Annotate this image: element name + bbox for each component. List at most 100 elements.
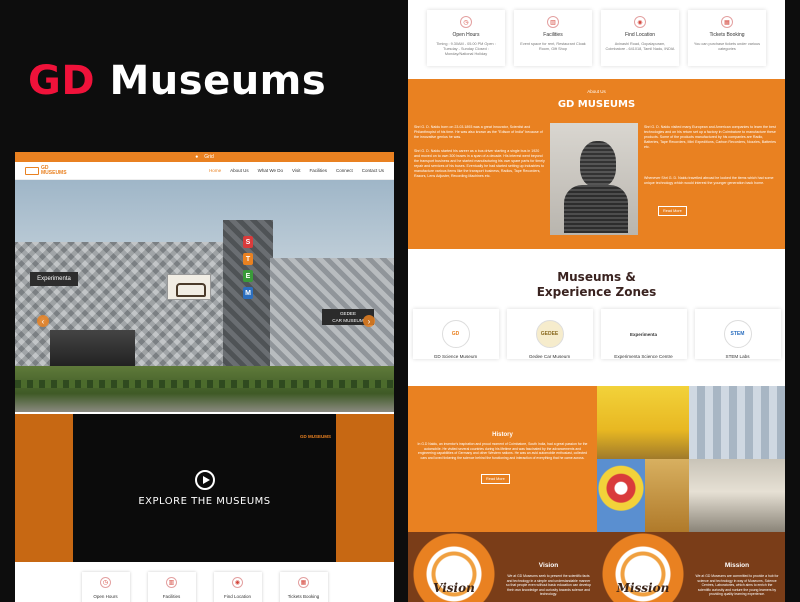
bottom-card-facilities[interactable]: ▥ Facilities [147, 572, 196, 602]
brand-title: GD Museums [28, 58, 326, 104]
site-logo[interactable]: GD MUSEUMS [25, 165, 67, 176]
info-card-text: You can purchase tickets under various c… [693, 42, 761, 51]
explore-heading: EXPLORE THE MUSEUMS [138, 496, 271, 507]
bottom-card-location[interactable]: ◉ Find Location [213, 572, 262, 602]
about-section: About Us GD MUSEUMS Shri G. D. Naidu bor… [408, 79, 785, 249]
sculpture-body [564, 185, 628, 233]
zone-labels: GD Science Museum Gedee Car Museum Exper… [408, 354, 785, 359]
bottom-info-cards: ◷ Open Hours ▥ Facilities ◉ Find Location ▦… [15, 562, 394, 602]
hero-slider: Experimenta S T E M GEDEE CAR MUSEUM ‹ › [15, 180, 394, 412]
mission-image: Mission [597, 532, 689, 602]
history-read-more-button[interactable]: Read More [481, 474, 510, 484]
stem-letter-s: S [243, 236, 253, 248]
nav-visit[interactable]: Visit [292, 168, 300, 173]
history-section: History In G.D Naidu, an inventor's insp… [408, 386, 597, 532]
history-text: In G.D Naidu, an inventor's inspiration … [417, 442, 588, 460]
gallery-photo-display-cases [689, 386, 785, 459]
gedee-car-logo: GEDEE [535, 320, 564, 348]
main-navigation: GD MUSEUMS Home About Us What We Do Visi… [15, 162, 394, 180]
zones-heading-line-2: Experience Zones [536, 285, 657, 299]
bottom-card-label: Find Location [223, 594, 252, 599]
front-lawn [15, 366, 394, 412]
clock-icon: ◷ [100, 577, 111, 588]
info-card-open-hours[interactable]: ◷ Open Hours Timing : 9.30AM - 05.00 PM … [427, 10, 505, 66]
zones-section: Museums & Experience Zones GD GEDEE Expe… [408, 250, 785, 386]
nav-about-us[interactable]: About Us [230, 168, 249, 173]
building-icon: ▥ [166, 577, 177, 588]
zone-card-gd-science[interactable]: GD [412, 309, 499, 359]
bottom-card-label: Tickets Booking [287, 594, 320, 599]
mission-panel: Mission We at GD Museums are committed t… [689, 532, 785, 602]
nav-what-we-do[interactable]: What We Do [258, 168, 283, 173]
zone-label[interactable]: Gedee Car Museum [507, 354, 593, 359]
zones-heading-line-1: Museums & [557, 270, 636, 284]
about-paragraph-2: Shri G. D. Naidu started his career as a… [414, 149, 545, 178]
mission-text: We at GD Museums are committed to provid… [695, 574, 779, 597]
building-icon: ▥ [547, 16, 559, 28]
sculpture-head [580, 141, 616, 187]
nav-contact-us[interactable]: Contact Us [362, 168, 384, 173]
zone-label[interactable]: STEM Labs [695, 354, 781, 359]
slider-next-icon[interactable]: › [363, 315, 375, 327]
zones-heading: Museums & Experience Zones [408, 270, 785, 300]
history-heading: History [492, 432, 513, 438]
info-card-tickets[interactable]: ▦ Tickets Booking You can purchase ticke… [688, 10, 766, 66]
video-logo: GD MUSEUMS [300, 434, 332, 439]
zone-cards: GD GEDEE Experimenta STEM [408, 309, 785, 359]
stem-letter-m: M [243, 287, 253, 299]
about-paragraph-3: Shri G. D. Naidu visited many European a… [644, 125, 776, 149]
about-kicker: About Us [587, 89, 606, 94]
zone-card-gedee-car[interactable]: GEDEE [506, 309, 593, 359]
about-read-more-button[interactable]: Read More [658, 206, 687, 216]
zone-card-stem[interactable]: STEM [694, 309, 781, 359]
gd-science-logo: GD [441, 320, 470, 348]
gallery-photo-visitors [645, 459, 689, 532]
info-card-title: Tickets Booking [709, 32, 745, 38]
bottom-card-label: Open Hours [93, 594, 118, 599]
about-heading: GD MUSEUMS [557, 99, 636, 110]
bottom-card-tickets[interactable]: ▦ Tickets Booking [279, 572, 328, 602]
bottom-card-open-hours[interactable]: ◷ Open Hours [81, 572, 130, 602]
nav-facilities[interactable]: Facilities [309, 168, 327, 173]
slider-prev-icon[interactable]: ‹ [37, 315, 49, 327]
stem-letter-t: T [243, 253, 253, 265]
ticket-icon: ▦ [298, 577, 309, 588]
info-card-location[interactable]: ◉ Find Location Avinashi Road, Gopalapur… [601, 10, 679, 66]
mission-image-word: Mission [616, 581, 670, 595]
stem-logo: STEM [723, 320, 752, 348]
top-info-text: Grid [204, 154, 214, 160]
vision-heading: Vision [538, 562, 559, 569]
top-info-bar: ● Grid [15, 152, 394, 162]
info-card-text: Event space for rent, Restaurant Cloak R… [520, 42, 586, 51]
hedge-row [15, 380, 394, 388]
location-icon: ◉ [232, 577, 243, 588]
inner-page-mockup: ◷ Open Hours Timing : 9.30AM - 05.00 PM … [408, 0, 785, 602]
zone-label[interactable]: Experimenta Science Centre [601, 354, 687, 359]
info-card-facilities[interactable]: ▥ Facilities Event space for rent, Resta… [514, 10, 592, 66]
video-section: GD MUSEUMS EXPLORE THE MUSEUMS [15, 414, 394, 562]
info-card-title: Open Hours [452, 32, 480, 38]
nav-links: Home About Us What We Do Visit Facilitie… [209, 168, 384, 173]
about-paragraph-1: Shri G. D. Naidu born on 23.03.1893 was … [414, 125, 543, 139]
location-icon: ◉ [634, 16, 646, 28]
nav-connect[interactable]: Connect [336, 168, 353, 173]
vision-image-word: Vision [433, 581, 475, 595]
info-card-text: Avinashi Road, Gopalapuram, Coimbatore -… [605, 42, 675, 51]
vision-panel: Vision We at GD Museums seek to present … [500, 532, 597, 602]
gallery-photo-vintage-car [689, 459, 785, 532]
play-icon[interactable] [195, 470, 215, 490]
info-cards: ◷ Open Hours Timing : 9.30AM - 05.00 PM … [408, 0, 785, 78]
gallery-photo-yellow-hall [597, 386, 689, 459]
stem-letter-e: E [243, 270, 253, 282]
gallery-photo-science-wheel [597, 459, 645, 532]
zone-card-experimenta[interactable]: Experimenta [600, 309, 687, 359]
clock-icon: ◷ [460, 16, 472, 28]
ticket-icon: ▦ [721, 16, 733, 28]
nav-home[interactable]: Home [209, 168, 221, 173]
info-card-text: Timing : 9.30AM - 05.00 PM Open : Tuesda… [436, 42, 496, 56]
showcase-canvas: GD Museums ● Grid GD MUSEUMS Home About … [0, 0, 800, 602]
location-icon: ● [195, 154, 199, 160]
gd-naidu-sculpture-image [550, 123, 638, 235]
vision-image: Vision [408, 532, 500, 602]
zone-label[interactable]: GD Science Museum [413, 354, 499, 359]
